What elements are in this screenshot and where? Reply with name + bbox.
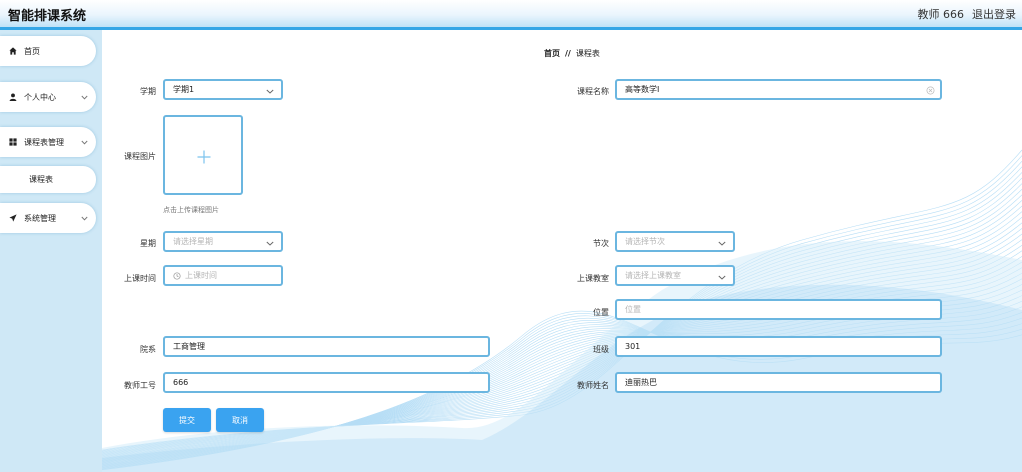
clear-icon[interactable] bbox=[926, 86, 935, 97]
class-group-label: 班级 bbox=[593, 345, 609, 354]
sidebar-item-label: 首页 bbox=[24, 46, 40, 56]
sidebar-item-home[interactable]: 首页 bbox=[0, 36, 96, 66]
sidebar-item-personal-center[interactable]: 个人中心 bbox=[0, 82, 96, 112]
home-icon bbox=[9, 47, 19, 55]
teacher-id-input[interactable]: 666 bbox=[163, 372, 490, 393]
chevron-down-icon bbox=[266, 239, 274, 248]
upload-hint: 点击上传课程图片 bbox=[163, 206, 219, 214]
department-value: 工商管理 bbox=[173, 342, 205, 351]
clock-icon bbox=[173, 271, 181, 280]
class-time-picker[interactable]: 上课时间 bbox=[163, 265, 283, 286]
chevron-down-icon bbox=[718, 273, 726, 282]
term-select[interactable]: 学期1 bbox=[163, 79, 283, 100]
breadcrumb-home[interactable]: 首页 bbox=[544, 49, 560, 58]
grid-icon bbox=[9, 138, 19, 146]
breadcrumb: 首页 // 课程表 bbox=[544, 48, 600, 59]
period-select[interactable]: 请选择节次 bbox=[615, 231, 735, 252]
chevron-down-icon bbox=[81, 138, 88, 147]
class-group-input[interactable]: 301 bbox=[615, 336, 942, 357]
period-placeholder: 请选择节次 bbox=[625, 237, 665, 246]
weekday-placeholder: 请选择星期 bbox=[173, 237, 213, 246]
cancel-button[interactable]: 取消 bbox=[216, 408, 264, 432]
location-label: 位置 bbox=[593, 308, 609, 317]
user-icon bbox=[9, 93, 19, 101]
class-time-placeholder: 上课时间 bbox=[185, 271, 217, 280]
location-input[interactable]: 位置 bbox=[615, 299, 942, 320]
logout-link[interactable]: 退出登录 bbox=[972, 6, 1016, 22]
department-label: 院系 bbox=[140, 345, 156, 354]
breadcrumb-current: 课程表 bbox=[575, 49, 600, 58]
breadcrumb-separator: // bbox=[565, 49, 571, 58]
app-title: 智能排课系统 bbox=[8, 9, 87, 24]
location-placeholder: 位置 bbox=[625, 305, 641, 314]
course-name-label: 课程名称 bbox=[577, 87, 609, 96]
chevron-down-icon bbox=[81, 214, 88, 223]
sidebar-item-label: 课程表 bbox=[29, 175, 53, 184]
department-input[interactable]: 工商管理 bbox=[163, 336, 490, 357]
sidebar-subitem-schedule[interactable]: 课程表 bbox=[0, 166, 96, 193]
submit-button[interactable]: 提交 bbox=[163, 408, 211, 432]
course-image-upload[interactable] bbox=[163, 115, 243, 195]
course-name-input[interactable]: 高等数学I bbox=[615, 79, 942, 100]
plus-icon bbox=[197, 149, 211, 168]
period-label: 节次 bbox=[593, 239, 609, 248]
send-icon bbox=[9, 214, 19, 222]
teacher-id-value: 666 bbox=[173, 378, 189, 387]
main-content: 首页//课程表 学期 学期1 课程名称 高等数学I 课程图片 点击上传课程图片 … bbox=[102, 30, 1022, 472]
course-name-value: 高等数学I bbox=[625, 85, 660, 94]
teacher-name-label: 教师姓名 bbox=[577, 381, 609, 390]
class-time-label: 上课时间 bbox=[124, 274, 156, 283]
course-image-label: 课程图片 bbox=[124, 152, 156, 161]
sidebar-item-label: 个人中心 bbox=[24, 92, 56, 102]
top-header: 智能排课系统 教师 666 退出登录 bbox=[0, 0, 1022, 30]
weekday-label: 星期 bbox=[140, 239, 156, 248]
term-label: 学期 bbox=[140, 87, 156, 96]
teacher-name-input[interactable]: 迪丽热巴 bbox=[615, 372, 942, 393]
chevron-down-icon bbox=[266, 87, 274, 96]
teacher-name-value: 迪丽热巴 bbox=[625, 378, 657, 387]
classroom-placeholder: 请选择上课教室 bbox=[625, 271, 681, 280]
weekday-select[interactable]: 请选择星期 bbox=[163, 231, 283, 252]
term-value: 学期1 bbox=[173, 85, 195, 94]
classroom-select[interactable]: 请选择上课教室 bbox=[615, 265, 735, 286]
sidebar-item-schedule-management[interactable]: 课程表管理 bbox=[0, 127, 96, 157]
class-group-value: 301 bbox=[625, 342, 641, 351]
classroom-label: 上课教室 bbox=[577, 274, 609, 283]
teacher-id-label: 教师工号 bbox=[124, 381, 156, 390]
sidebar: 首页 个人中心 课程表管理 课程表 系统管理 bbox=[0, 30, 100, 472]
sidebar-item-label: 系统管理 bbox=[24, 213, 56, 223]
current-user-label: 教师 666 bbox=[917, 8, 965, 21]
sidebar-item-label: 课程表管理 bbox=[24, 137, 64, 147]
sidebar-item-system-management[interactable]: 系统管理 bbox=[0, 203, 96, 233]
chevron-down-icon bbox=[718, 239, 726, 248]
chevron-down-icon bbox=[81, 93, 88, 102]
